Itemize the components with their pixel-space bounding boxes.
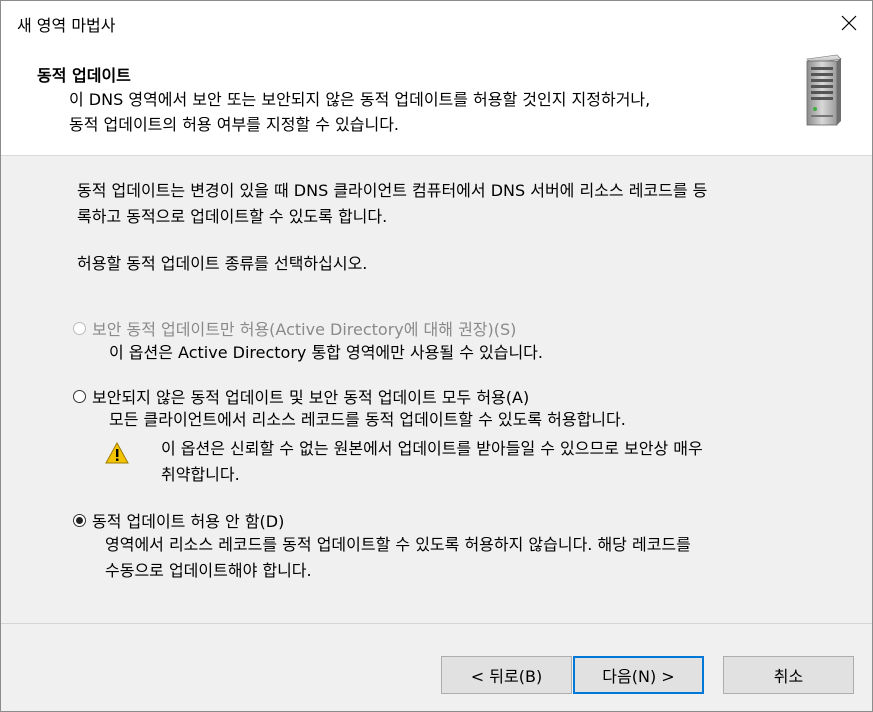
wizard-window: 새 영역 마법사 동적 업데이트 이 DNS 영역에서 보안 또는 보안되지 않…	[0, 0, 873, 712]
warning-line-1: 이 옵션은 신뢰할 수 없는 원본에서 업데이트를 받아들일 수 있으므로 보안…	[161, 439, 703, 458]
wizard-header: 동적 업데이트 이 DNS 영역에서 보안 또는 보안되지 않은 동적 업데이트…	[1, 45, 872, 156]
intro-text: 동적 업데이트는 변경이 있을 때 DNS 클라이언트 컴퓨터에서 DNS 서버…	[77, 178, 847, 230]
next-button[interactable]: 다음(N) >	[573, 656, 704, 694]
page-description: 이 DNS 영역에서 보안 또는 보안되지 않은 동적 업데이트를 허용할 것인…	[69, 87, 769, 137]
no-updates-note-line-1: 영역에서 리소스 레코드를 동적 업데이트할 수 있도록 허용하지 않습니다. …	[105, 535, 691, 554]
radio-secure-only-label: 보안 동적 업데이트만 허용(Active Directory에 대해 권장)(…	[92, 320, 517, 339]
secure-only-note: 이 옵션은 Active Directory 통합 영역에만 사용될 수 있습니…	[109, 343, 543, 362]
radio-secure-only[interactable]: 보안 동적 업데이트만 허용(Active Directory에 대해 권장)(…	[73, 316, 516, 340]
warning-line-2: 취약합니다.	[161, 465, 240, 484]
radio-button-selected[interactable]	[73, 513, 86, 527]
intro-line-2: 록하고 동적으로 업데이트할 수 있도록 합니다.	[77, 207, 388, 226]
intro-line-1: 동적 업데이트는 변경이 있을 때 DNS 클라이언트 컴퓨터에서 DNS 서버…	[77, 181, 708, 200]
footer-divider	[1, 623, 872, 624]
prompt-text: 허용할 동적 업데이트 종류를 선택하십시오.	[77, 254, 368, 273]
description-line-1: 이 DNS 영역에서 보안 또는 보안되지 않은 동적 업데이트를 허용할 것인…	[69, 90, 651, 109]
title-bar: 새 영역 마법사	[1, 1, 872, 45]
radio-no-dynamic-updates-label: 동적 업데이트 허용 안 함(D)	[92, 512, 285, 531]
close-button[interactable]	[826, 1, 872, 45]
server-icon	[806, 54, 842, 126]
radio-nonsecure-and-secure-label: 보안되지 않은 동적 업데이트 및 보안 동적 업데이트 모두 허용(A)	[92, 388, 530, 407]
radio-nonsecure-and-secure[interactable]: 보안되지 않은 동적 업데이트 및 보안 동적 업데이트 모두 허용(A)	[73, 384, 529, 408]
radio-no-dynamic-updates[interactable]: 동적 업데이트 허용 안 함(D)	[73, 508, 284, 532]
radio-button[interactable]	[73, 389, 86, 403]
close-icon	[841, 15, 857, 31]
page-title: 동적 업데이트	[37, 66, 131, 85]
nonsecure-note: 모든 클라이언트에서 리소스 레코드를 동적 업데이트할 수 있도록 허용합니다…	[109, 410, 626, 429]
radio-button[interactable]	[73, 321, 86, 335]
security-warning: 이 옵션은 신뢰할 수 없는 원본에서 업데이트를 받아들일 수 있으므로 보안…	[161, 436, 841, 488]
no-updates-note: 영역에서 리소스 레코드를 동적 업데이트할 수 있도록 허용하지 않습니다. …	[105, 532, 845, 584]
no-updates-note-line-2: 수동으로 업데이트해야 합니다.	[105, 561, 312, 580]
warning-icon	[105, 442, 129, 464]
back-button[interactable]: < 뒤로(B)	[441, 656, 572, 694]
window-title: 새 영역 마법사	[17, 16, 116, 35]
cancel-button[interactable]: 취소	[723, 656, 854, 694]
description-line-2: 동적 업데이트의 허용 여부를 지정할 수 있습니다.	[69, 115, 400, 134]
